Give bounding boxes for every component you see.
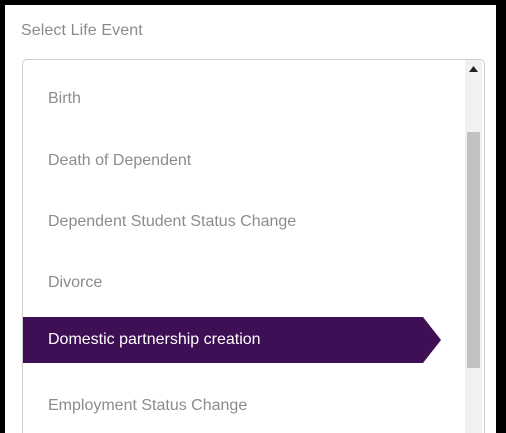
list-item-death-of-dependent[interactable]: Death of Dependent xyxy=(23,138,441,184)
life-event-panel: Select Life Event Birth Death of Depende… xyxy=(5,5,496,433)
list-item-domestic-partnership-creation[interactable]: Domestic partnership creation xyxy=(23,317,441,363)
list-item-label: Dependent Student Status Change xyxy=(48,213,297,230)
life-event-listbox[interactable]: Birth Death of Dependent Dependent Stude… xyxy=(22,59,485,433)
vertical-scrollbar[interactable] xyxy=(465,60,482,433)
list-item-label: Employment Status Change xyxy=(48,397,248,414)
list-item-label: Domestic partnership creation xyxy=(48,331,261,348)
list-item-divorce[interactable]: Divorce xyxy=(23,260,441,306)
list-item-label: Death of Dependent xyxy=(48,152,192,169)
list-item-label: Divorce xyxy=(48,274,103,291)
scroll-up-button[interactable] xyxy=(465,60,482,77)
scroll-thumb[interactable] xyxy=(467,132,480,368)
field-label: Select Life Event xyxy=(21,22,143,39)
list-item-employment-status-change[interactable]: Employment Status Change xyxy=(23,383,441,429)
triangle-up-icon xyxy=(469,65,478,72)
list-item-label: Birth xyxy=(48,90,81,107)
list-item-dependent-student-status-change[interactable]: Dependent Student Status Change xyxy=(23,199,441,245)
list-item-birth[interactable]: Birth xyxy=(23,76,441,122)
